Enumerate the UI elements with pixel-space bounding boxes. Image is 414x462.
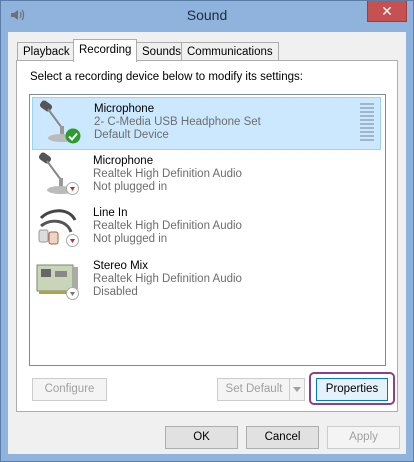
- device-name: Stereo Mix: [93, 260, 148, 272]
- device-name: Microphone: [93, 155, 154, 167]
- unplugged-arrow-icon: [66, 234, 79, 247]
- tab-sounds[interactable]: Sounds: [136, 42, 188, 61]
- chevron-down-icon[interactable]: [289, 379, 304, 400]
- recording-device-list[interactable]: Microphone 2- C-Media USB Headphone Set …: [29, 94, 386, 366]
- device-driver: Realtek High Definition Audio: [93, 168, 242, 180]
- device-name: Microphone: [94, 103, 155, 115]
- device-driver: 2- C-Media USB Headphone Set: [94, 116, 261, 128]
- apply-button[interactable]: Apply: [327, 426, 400, 449]
- close-icon: ✕: [381, 3, 393, 19]
- device-status: Not plugged in: [93, 233, 168, 245]
- set-default-split-button[interactable]: Set Default: [217, 378, 305, 401]
- recording-tab-panel: Select a recording device below to modif…: [16, 60, 398, 412]
- default-check-icon: [65, 128, 81, 144]
- tab-playback[interactable]: Playback: [17, 42, 76, 61]
- device-driver: Realtek High Definition Audio: [93, 220, 242, 232]
- tab-communications[interactable]: Communications: [181, 42, 279, 61]
- window-title: Sound: [186, 7, 228, 23]
- device-status: Not plugged in: [93, 181, 168, 193]
- sound-dialog: Sound ✕ Playback Recording Sounds Commun…: [0, 0, 414, 462]
- highlight-outline: [309, 372, 395, 405]
- title-bar[interactable]: Sound ✕: [1, 1, 413, 31]
- device-item-stereo-mix[interactable]: Stereo Mix Realtek High Definition Audio…: [32, 255, 381, 306]
- ok-button[interactable]: OK: [165, 426, 238, 449]
- tab-recording[interactable]: Recording: [73, 39, 138, 62]
- device-item-line-in[interactable]: Line In Realtek High Definition Audio No…: [32, 202, 381, 253]
- configure-button[interactable]: Configure: [32, 378, 107, 401]
- device-status: Default Device: [94, 129, 169, 141]
- dialog-client-area: Playback Recording Sounds Communications…: [8, 32, 406, 454]
- device-text: Stereo Mix Realtek High Definition Audio…: [93, 260, 242, 299]
- disabled-arrow-icon: [66, 287, 79, 300]
- device-name: Line In: [93, 207, 128, 219]
- level-meter: [360, 103, 374, 143]
- device-text: Microphone Realtek High Definition Audio…: [93, 155, 242, 194]
- device-status: Disabled: [93, 286, 138, 298]
- device-item-microphone-realtek[interactable]: Microphone Realtek High Definition Audio…: [32, 150, 381, 201]
- unplugged-arrow-icon: [66, 182, 79, 195]
- close-button[interactable]: ✕: [367, 1, 407, 22]
- device-text: Line In Realtek High Definition Audio No…: [93, 207, 242, 246]
- cancel-button[interactable]: Cancel: [246, 426, 319, 449]
- instruction-text: Select a recording device below to modif…: [30, 71, 303, 83]
- device-driver: Realtek High Definition Audio: [93, 273, 242, 285]
- set-default-label: Set Default: [225, 383, 283, 395]
- device-text: Microphone 2- C-Media USB Headphone Set …: [94, 103, 261, 142]
- device-item-microphone-usb[interactable]: Microphone 2- C-Media USB Headphone Set …: [32, 97, 381, 150]
